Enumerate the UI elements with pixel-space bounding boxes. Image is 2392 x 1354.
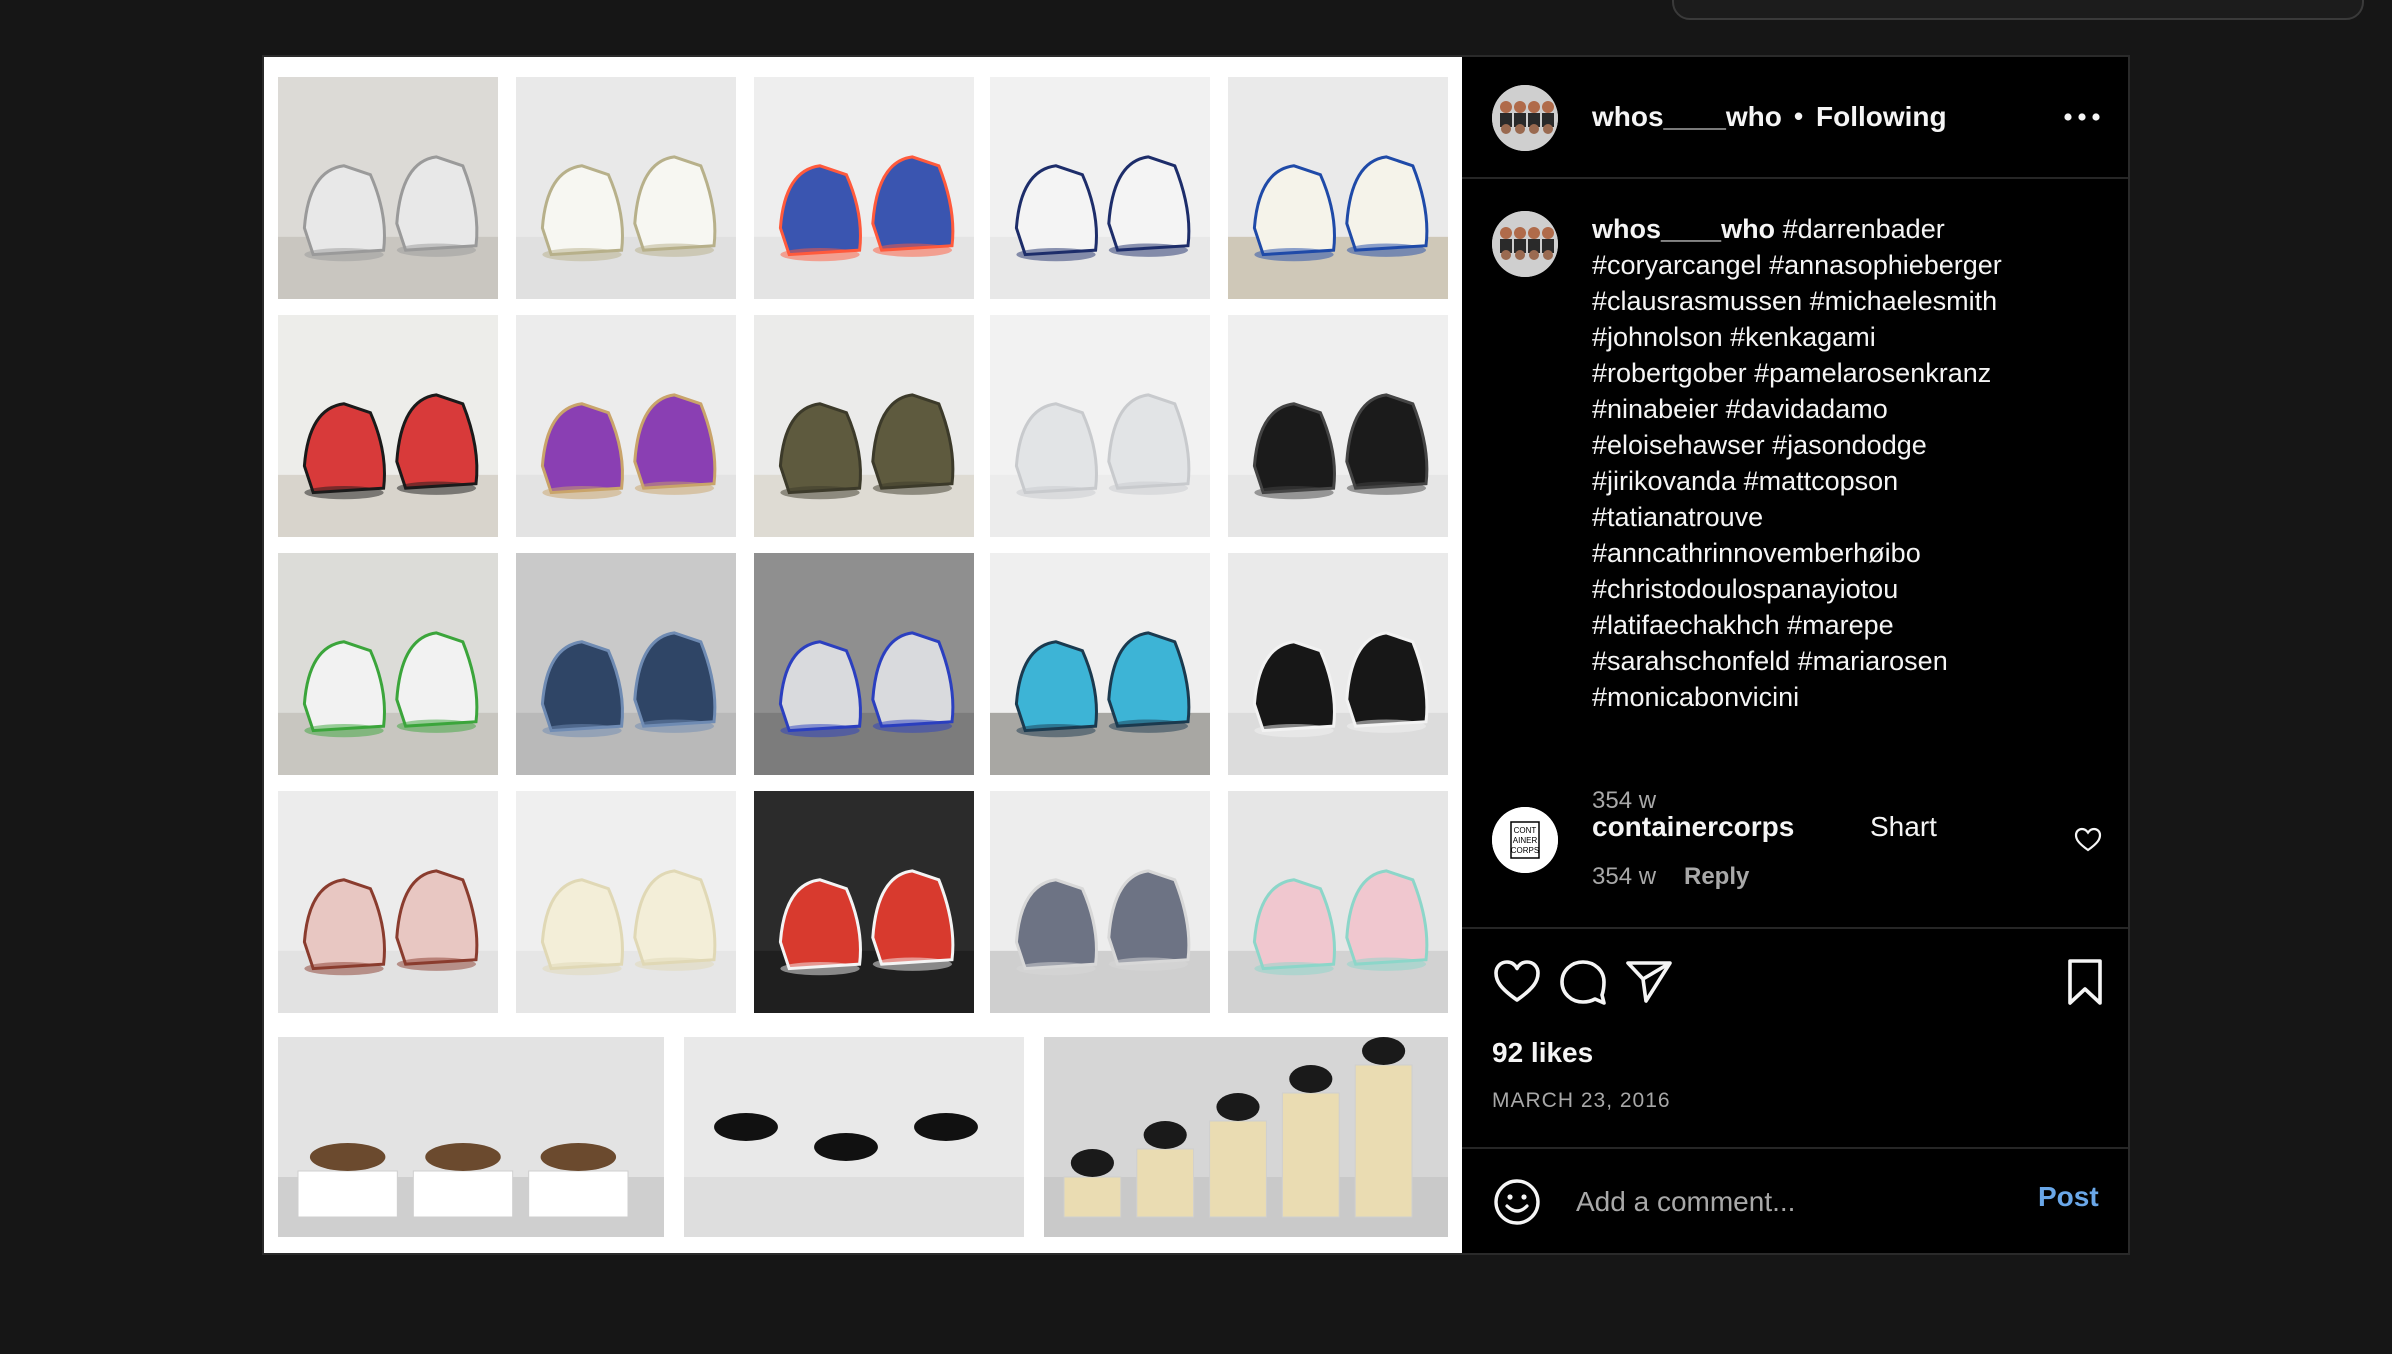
caption-first-line: whos____who #darrenbader	[1592, 211, 2112, 247]
caption-hashtag-line[interactable]: #sarahschonfeld #mariarosen	[1592, 643, 2112, 679]
shoe-photo-tile[interactable]	[516, 315, 736, 537]
shoe-photo-tile[interactable]	[754, 553, 974, 775]
caption-hashtag-line[interactable]: #eloisehawser #jasondodge	[1592, 427, 2112, 463]
caption-hashtag-line[interactable]: #johnolson #kenkagami	[1592, 319, 2112, 355]
shoe-photo-tile[interactable]	[990, 791, 1210, 1013]
post-caption: whos____who #darrenbader #coryarcangel #…	[1592, 211, 2112, 715]
caption-hashtag-line[interactable]: #robertgober #pamelarosenkranz	[1592, 355, 2112, 391]
commenter-avatar-line-1: CONT	[1514, 826, 1537, 835]
post-header: whos____who • Following	[1462, 57, 2128, 179]
caption-hashtag-line[interactable]: #ninabeier #davidadamo	[1592, 391, 2112, 427]
shoe-photo-tile[interactable]	[754, 791, 974, 1013]
caption-username[interactable]: whos____who	[1592, 214, 1775, 244]
bookmark-icon[interactable]	[2060, 957, 2110, 1007]
shoe-photo-tile[interactable]	[990, 553, 1210, 775]
comment-heart-icon[interactable]	[2074, 827, 2102, 853]
commenter-avatar-line-2: AINER	[1513, 836, 1538, 845]
comment-reply-button[interactable]: Reply	[1684, 863, 1749, 891]
author-username[interactable]: whos____who	[1592, 101, 1782, 133]
commenter-avatar[interactable]: CONT AINER CORPS	[1492, 807, 1558, 873]
post-date: MARCH 23, 2016	[1492, 1089, 1671, 1112]
caption-author-avatar[interactable]	[1492, 211, 1558, 277]
shoe-photo-tile[interactable]	[278, 77, 498, 299]
smiley-icon[interactable]	[1492, 1177, 1542, 1227]
caption-hashtag-line[interactable]: #jirikovanda #mattcopson	[1592, 463, 2112, 499]
caption-hashtag-line[interactable]: #latifaechakhch #marepe	[1592, 607, 2112, 643]
composer-divider	[1462, 1147, 2128, 1149]
post-comment-button[interactable]: Post	[2038, 1181, 2099, 1213]
shoe-photo-tile[interactable]	[1044, 1037, 1448, 1237]
post-modal: whos____who • Following whos____who #dar…	[262, 55, 2130, 1255]
shoe-photo-tile[interactable]	[278, 553, 498, 775]
shoe-photo-tile[interactable]	[684, 1037, 1024, 1237]
post-side-panel: whos____who • Following whos____who #dar…	[1462, 57, 2128, 1253]
caption-hashtag-line[interactable]: #christodoulospanayiotou	[1592, 571, 2112, 607]
likes-count[interactable]: 92 likes	[1492, 1037, 1593, 1069]
shoe-photo-tile[interactable]	[516, 77, 736, 299]
comment-username[interactable]: containercorps	[1592, 811, 1794, 843]
caption-hashtag-line[interactable]: #tatianatrouve	[1592, 499, 2112, 535]
header-separator: •	[1794, 101, 1804, 131]
actions-divider-top	[1462, 927, 2128, 929]
caption-hashtag-line[interactable]: #coryarcangel #annasophieberger	[1592, 247, 2112, 283]
shoe-photo-tile[interactable]	[1228, 77, 1448, 299]
shoe-photo-tile[interactable]	[754, 77, 974, 299]
caption-hashtag-line[interactable]: #darrenbader	[1783, 214, 1945, 244]
shoe-photo-tile[interactable]	[1228, 791, 1448, 1013]
shoe-photo-tile[interactable]	[278, 1037, 664, 1237]
shoe-photo-tile[interactable]	[990, 77, 1210, 299]
comment-timestamp: 354 w	[1592, 863, 1657, 890]
comment-input[interactable]	[1574, 1175, 2018, 1229]
post-media-collage[interactable]	[264, 57, 1462, 1253]
more-horizontal-icon[interactable]	[2062, 107, 2102, 127]
shoe-photo-tile[interactable]	[990, 315, 1210, 537]
commenter-avatar-line-3: CORPS	[1511, 846, 1539, 855]
shoe-photo-tile[interactable]	[1228, 315, 1448, 537]
heart-icon[interactable]	[1492, 957, 1542, 1007]
shoe-photo-tile[interactable]	[754, 315, 974, 537]
caption-hashtag-line[interactable]: #clausrasmussen #michaelesmith	[1592, 283, 2112, 319]
shoe-photo-tile[interactable]	[278, 315, 498, 537]
shoe-photo-tile[interactable]	[516, 791, 736, 1013]
paper-plane-icon[interactable]	[1624, 957, 1674, 1007]
comment-text: Shart	[1870, 811, 1937, 842]
author-avatar[interactable]	[1492, 85, 1558, 151]
shoe-photo-tile[interactable]	[516, 553, 736, 775]
caption-hashtag-line[interactable]: #anncathrinnovemberhøibo	[1592, 535, 2112, 571]
comment-bubble-icon[interactable]	[1558, 957, 1608, 1007]
shoe-photo-tile[interactable]	[1228, 553, 1448, 775]
following-button[interactable]: Following	[1816, 101, 1947, 133]
top-search-bar[interactable]	[1672, 0, 2364, 20]
caption-hashtag-line[interactable]: #monicabonvicini	[1592, 679, 2112, 715]
shoe-photo-tile[interactable]	[278, 791, 498, 1013]
